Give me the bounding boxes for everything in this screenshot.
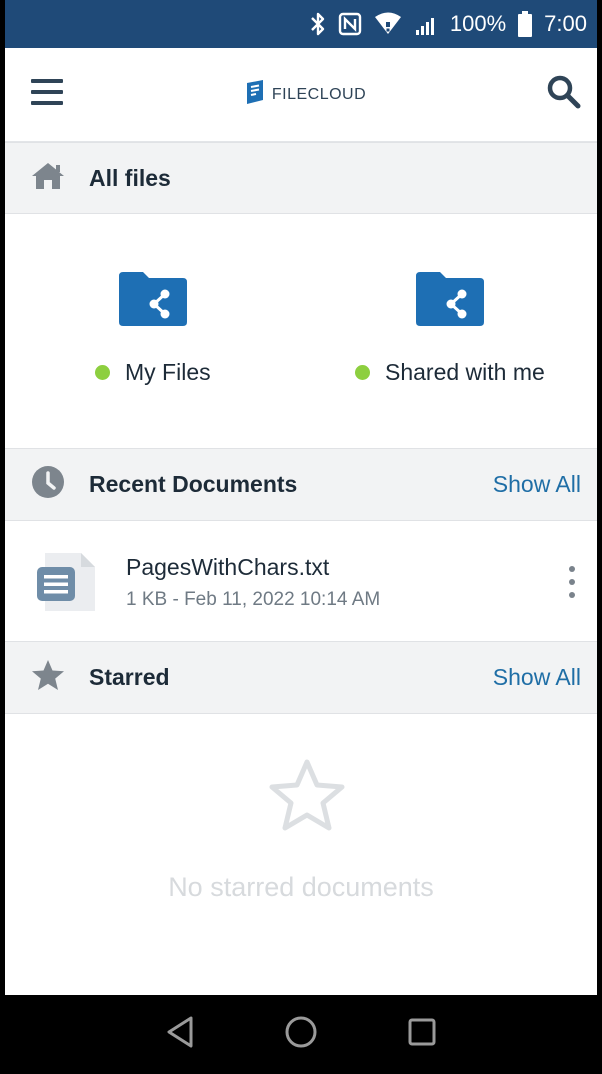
section-all-files: All files	[5, 142, 597, 214]
list-item[interactable]: PagesWithChars.txt 1 KB - Feb 11, 2022 1…	[5, 521, 597, 641]
my-files-button[interactable]: My Files	[95, 272, 211, 386]
section-title-starred: Starred	[89, 664, 170, 690]
battery-percent: 100%	[449, 11, 507, 36]
shared-folder-icon	[415, 272, 484, 331]
recent-show-all-link[interactable]: Show All	[493, 471, 581, 498]
shared-with-me-label: Shared with me	[355, 359, 545, 386]
status-dot	[355, 365, 370, 380]
navigation-bar	[0, 995, 602, 1074]
search-icon[interactable]	[547, 75, 581, 114]
starred-empty-state: No starred documents	[5, 714, 597, 995]
battery-icon	[518, 11, 533, 37]
my-files-text: My Files	[125, 359, 211, 385]
wifi-icon	[374, 12, 402, 36]
quick-access: My Files Shared with me	[5, 214, 597, 448]
recents-icon[interactable]	[407, 1017, 437, 1052]
clock-time: 7:00	[544, 11, 587, 36]
app-screen: 100% 7:00 FILECLOUD All files My Files S…	[0, 0, 602, 1074]
document-name: PagesWithChars.txt	[126, 554, 330, 580]
text-file-icon	[35, 549, 101, 620]
section-recent-documents: Recent Documents Show All	[5, 448, 597, 521]
filecloud-logo-icon	[244, 79, 266, 110]
nfc-icon	[338, 12, 362, 36]
empty-star-icon	[267, 758, 347, 841]
shared-with-me-text: Shared with me	[385, 359, 545, 385]
app-bar: FILECLOUD	[5, 48, 597, 142]
empty-starred-text: No starred documents	[168, 872, 434, 902]
shared-with-me-button[interactable]: Shared with me	[355, 272, 545, 386]
signal-icon	[414, 12, 438, 36]
my-files-label: My Files	[95, 359, 211, 386]
brand-name: FILECLOUD	[271, 85, 367, 103]
menu-icon[interactable]	[31, 79, 63, 110]
section-title-all-files: All files	[89, 164, 171, 191]
home-circle-icon[interactable]	[284, 1015, 318, 1054]
section-starred: Starred Show All	[5, 641, 597, 714]
starred-show-all-link[interactable]: Show All	[493, 664, 581, 691]
document-meta: 1 KB - Feb 11, 2022 10:14 AM	[126, 589, 381, 610]
section-title-recent: Recent Documents	[89, 471, 298, 497]
status-bar: 100% 7:00	[5, 0, 597, 48]
status-dot	[95, 365, 110, 380]
shared-folder-icon	[118, 272, 187, 331]
bluetooth-icon	[310, 12, 326, 36]
home-icon	[31, 161, 65, 196]
back-icon[interactable]	[165, 1015, 195, 1054]
brand-logo: FILECLOUD	[244, 79, 366, 110]
clock-icon	[31, 465, 65, 504]
more-options-icon[interactable]	[567, 566, 577, 598]
star-icon	[31, 659, 65, 696]
